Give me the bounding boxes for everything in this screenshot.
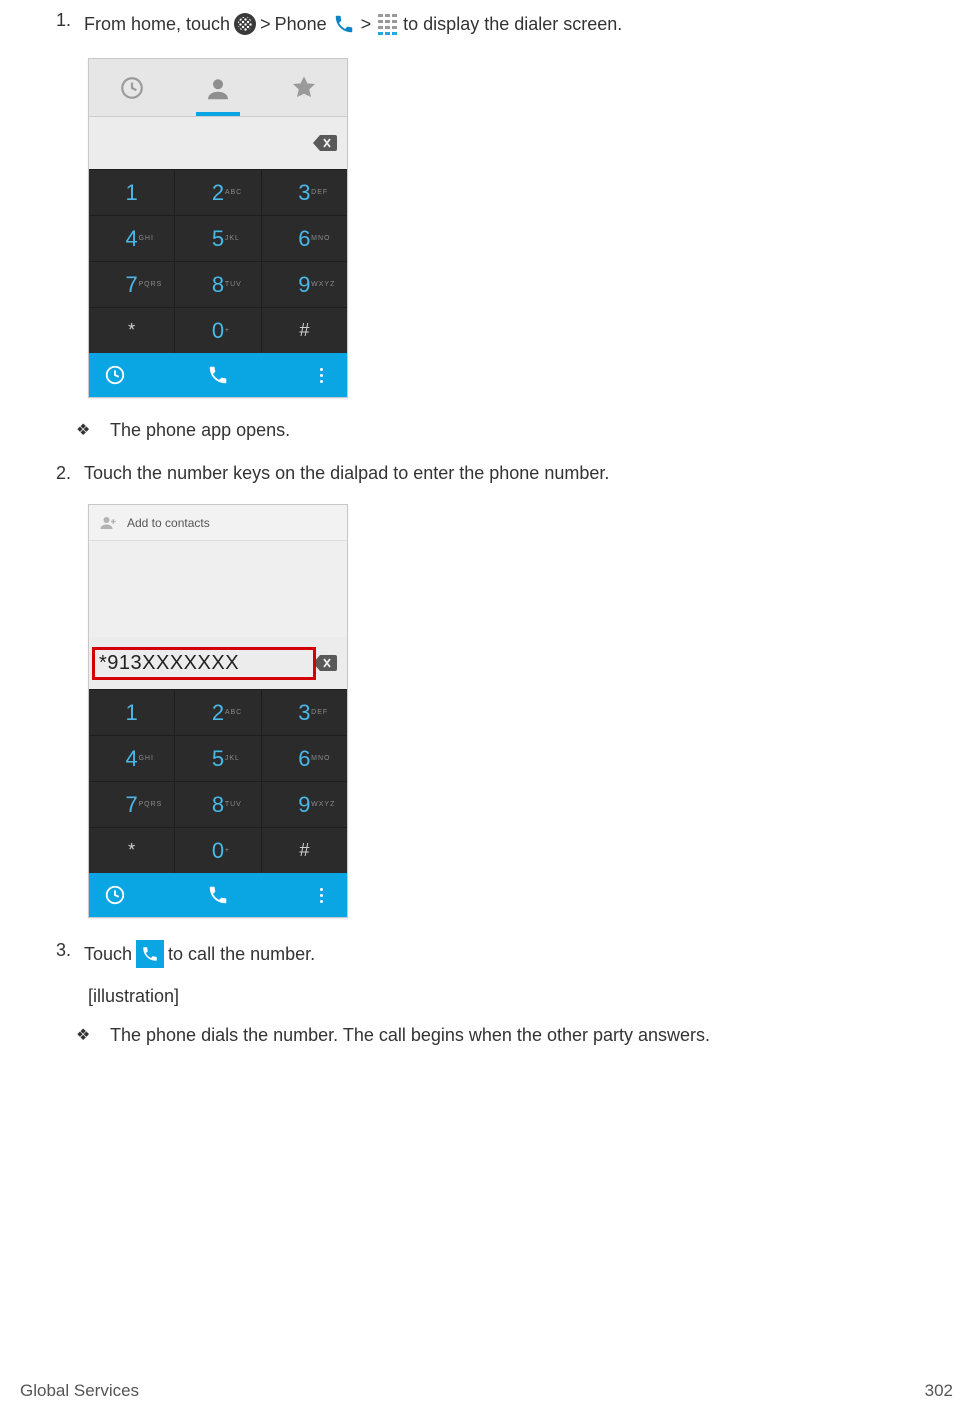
overflow-menu-button[interactable] [295,873,347,917]
more-vert-icon [320,368,323,383]
key-0[interactable]: 0+ [175,828,261,873]
backspace-icon[interactable] [313,135,337,151]
history-button[interactable] [89,873,141,917]
key-hash[interactable]: # [262,308,347,353]
key-5[interactable]: 5JKL [175,216,261,261]
key-6[interactable]: 6MNO [262,736,347,781]
step-3-text: Touch to call the number. [84,940,953,968]
key-7[interactable]: 7PQRS [89,262,175,307]
key-star[interactable]: * [89,828,175,873]
entered-number: *913XXXXXXX [95,650,313,677]
keypad: 1 2ABC 3DEF 4GHI 5JKL 6MNO 7PQRS 8TUV 9W… [89,169,347,353]
key-9[interactable]: 9WXYZ [262,262,347,307]
key-star[interactable]: * [89,308,175,353]
overflow-menu-button[interactable] [295,353,347,397]
tab-favorites-icon[interactable] [274,59,334,116]
key-5[interactable]: 5JKL [175,736,261,781]
action-bar [89,353,347,397]
step-3-result: ❖ The phone dials the number. The call b… [76,1025,953,1046]
add-contact-icon [99,514,117,532]
step-1: 1. From home, touch > Phone > to display… [56,10,953,38]
page-footer: Global Services 302 [20,1381,953,1401]
diamond-bullet-icon: ❖ [76,1025,110,1045]
key-8[interactable]: 8TUV [175,262,261,307]
key-3[interactable]: 3DEF [262,690,347,735]
step-1-text: From home, touch > Phone > to display th… [84,10,953,38]
action-bar [89,873,347,917]
key-3[interactable]: 3DEF [262,170,347,215]
dialpad-icon [375,13,399,35]
number-display [89,117,347,169]
call-button[interactable] [141,353,295,397]
number-display-highlighted: *913XXXXXXX [89,637,347,689]
more-vert-icon [320,888,323,903]
tab-recents-icon[interactable] [102,59,162,116]
add-to-contacts-row[interactable]: Add to contacts [89,505,347,541]
add-to-contacts-label: Add to contacts [127,516,210,530]
illustration-placeholder: [illustration] [88,986,953,1007]
key-2[interactable]: 2ABC [175,690,261,735]
key-9[interactable]: 9WXYZ [262,782,347,827]
call-button[interactable] [141,873,295,917]
key-8[interactable]: 8TUV [175,782,261,827]
step-3: 3. Touch to call the number. [56,940,953,968]
blank-area [89,541,347,637]
key-hash[interactable]: # [262,828,347,873]
footer-page-number: 302 [925,1381,953,1401]
step-number: 2. [56,463,84,484]
dialer-screenshot-1: 1 2ABC 3DEF 4GHI 5JKL 6MNO 7PQRS 8TUV 9W… [88,58,953,398]
phone-handset-icon [331,13,357,35]
tab-contacts-icon[interactable] [188,59,248,116]
dialer-screenshot-2: Add to contacts *913XXXXXXX 1 2ABC 3DEF … [88,504,953,918]
backspace-icon[interactable] [313,655,337,671]
diamond-bullet-icon: ❖ [76,420,110,440]
step-number: 1. [56,10,84,38]
key-0[interactable]: 0+ [175,308,261,353]
key-6[interactable]: 6MNO [262,216,347,261]
key-4[interactable]: 4GHI [89,736,175,781]
step-2: 2. Touch the number keys on the dialpad … [56,463,953,484]
key-1[interactable]: 1 [89,690,175,735]
dialer-tabs [89,59,347,117]
key-1[interactable]: 1 [89,170,175,215]
step-number: 3. [56,940,84,968]
phone-tile-icon [136,940,164,968]
history-button[interactable] [89,353,141,397]
step-2-text: Touch the number keys on the dialpad to … [84,463,953,484]
key-4[interactable]: 4GHI [89,216,175,261]
step-1-result: ❖ The phone app opens. [76,420,953,441]
key-7[interactable]: 7PQRS [89,782,175,827]
apps-grid-icon [234,13,256,35]
keypad: 1 2ABC 3DEF 4GHI 5JKL 6MNO 7PQRS 8TUV 9W… [89,689,347,873]
key-2[interactable]: 2ABC [175,170,261,215]
footer-section: Global Services [20,1381,139,1401]
